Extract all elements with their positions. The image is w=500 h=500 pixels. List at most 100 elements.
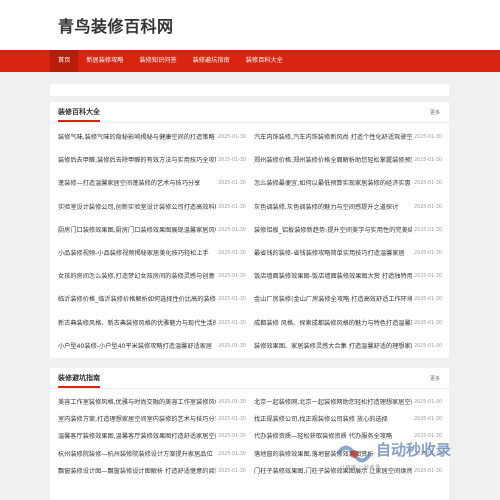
article-title[interactable]: 飘窗装修设计图—飘窗装修设计图解析 打造舒适惬意的阅读空间 xyxy=(58,466,216,478)
article-date: 2025-01-30 xyxy=(218,417,246,423)
list-item[interactable]: 小户型40装修-小户型40平米装修攻略打造温馨舒适家居 2025-01-30 xyxy=(58,338,246,361)
list-item[interactable]: 成都装修 风格、探索成都装修风格的魅力与特色打造温馨家居 2025-01-30 xyxy=(254,315,442,338)
main-nav: 首页 新居装修攻略 装修知识问答 装修避坑指南 装修百科大全 xyxy=(0,50,500,72)
article-date: 2025-01-30 xyxy=(218,297,246,303)
nav-item-qa[interactable]: 装修知识问答 xyxy=(132,50,185,72)
article-date: 2025-01-30 xyxy=(414,158,442,164)
article-title[interactable]: 杭州装修院装修—杭州装修院装修设计方案提升家居品位 xyxy=(58,449,216,461)
section-header: 装修百科大全 更多 xyxy=(50,102,449,123)
article-title[interactable]: 临沂装修价格_临沂装修价格解析如何选择性价比高的装修方案 xyxy=(58,294,216,306)
site-title[interactable]: 青鸟装修百科网 xyxy=(58,13,174,37)
article-title[interactable]: 汽车内饰装修,汽车内饰装修新风尚 打造个性化舒适驾驶空间 xyxy=(254,132,412,144)
article-title[interactable]: 蓬装修—打造温馨家居空间蓬装修的艺术与技巧分享 xyxy=(58,178,216,190)
list-item[interactable]: 装修后去甲醛,装修后去除甲醛的有效方法与实用技巧全攻略 2025-01-30 xyxy=(58,152,246,175)
list-item[interactable]: 温馨客厅装修效果图,温馨客厅装修效果图打造舒适家居空间 2025-01-30 xyxy=(58,429,246,446)
article-title[interactable]: 小户型40装修-小户型40平米装修攻略打造温馨舒适家居 xyxy=(58,341,216,353)
article-date: 2025-01-30 xyxy=(218,135,246,140)
article-date: 2025-01-30 xyxy=(414,250,442,256)
nav-item-home[interactable]: 首页 xyxy=(50,50,79,72)
article-title[interactable]: 小品装修视频-小品装修视频揭秘家居美化技巧轻松上手 xyxy=(58,248,216,260)
list-item[interactable]: 装修效果图、家居装修灵感大合集 打造温馨舒适的理想家居 2025-01-30 xyxy=(254,338,442,361)
article-date: 2025-01-30 xyxy=(414,343,442,349)
list-item[interactable]: 杭州装修院装修—杭州装修院装修设计方案提升家居品位 2025-01-30 xyxy=(58,447,246,464)
article-date: 2025-01-30 xyxy=(218,434,246,440)
list-item[interactable]: 郑州装修价格,郑州装修价格全面解析助您轻松掌握装修预算 2025-01-30 xyxy=(254,152,442,175)
article-date: 2025-01-30 xyxy=(218,181,246,187)
article-title[interactable]: 灰色调装修,灰色调装修的魅力与空间感提升之道探讨 xyxy=(254,202,412,214)
article-title[interactable]: 装修效果图、家居装修灵感大合集 打造温馨舒适的理想家居 xyxy=(254,341,412,353)
article-title[interactable]: 成都装修 风格、探索成都装修风格的魅力与特色打造温馨家居 xyxy=(254,318,412,330)
more-link[interactable]: 更多 xyxy=(430,109,440,116)
list-item[interactable]: 金山厂房装修(金山厂房装修全攻略 打造高效舒适工作环境) 2025-01-30 xyxy=(254,291,442,314)
article-title[interactable]: 美容工作室装修风格,优雅与时尚交融的美容工作室装修风格解析 xyxy=(58,397,216,409)
article-date: 2025-01-30 xyxy=(414,417,442,423)
article-date: 2025-01-30 xyxy=(218,204,246,210)
section-header: 装修避坑指南 更多 xyxy=(50,368,449,389)
more-link[interactable]: 更多 xyxy=(430,375,440,382)
list-item[interactable]: 装修铝板_铝板装修新趋势:提升空间美学与实用性的完美结合 2025-01-30 xyxy=(254,222,442,245)
list-item[interactable]: 蓬装修—打造温馨家居空间蓬装修的艺术与技巧分享 2025-01-30 xyxy=(58,175,246,198)
article-date: 2025-01-30 xyxy=(218,343,246,349)
article-title[interactable]: 装修后去甲醛,装修后去除甲醛的有效方法与实用技巧全攻略 xyxy=(58,155,216,167)
article-title[interactable]: 女孩的房间怎么装修,打造梦幻女孩房间的装修灵感与创意 xyxy=(58,271,216,283)
article-date: 2025-01-30 xyxy=(218,250,246,256)
spacer-panel xyxy=(50,84,449,96)
article-title[interactable]: 郑州装修价格,郑州装修价格全面解析助您轻松掌握装修预算 xyxy=(254,155,412,167)
article-date: 2025-01-30 xyxy=(414,320,442,326)
nav-item-new-home-guide[interactable]: 新居装修攻略 xyxy=(78,50,131,72)
list-item[interactable]: 临沂装修价格_临沂装修价格解析如何选择性价比高的装修方案 2025-01-30 xyxy=(58,291,246,314)
list-item[interactable]: 最省钱的装修-省钱装修攻略简单实用技巧打造温馨家居 2025-01-30 xyxy=(254,245,442,268)
article-title[interactable]: 实验室设计装修公司,创新实验室设计装修公司打造高效科研空间 xyxy=(58,202,216,214)
article-title[interactable]: 装修气味,装修气味的隐秘影响揭秘与健康空间的打造策略 xyxy=(58,132,216,144)
article-date: 2025-01-30 xyxy=(218,158,246,164)
list-item[interactable]: 飘窗装修设计图—飘窗装修设计图解析 打造舒适惬意的阅读空间 2025-01-30 xyxy=(58,464,246,481)
section-encyclopedia: 装修百科大全 更多 装修气味,装修气味的隐秘影响揭秘与健康空间的打造策略 2025… xyxy=(50,102,449,358)
article-title[interactable]: 厨房门口装修效果图,厨房门口装修效果图展现温馨家居风格 xyxy=(58,225,216,237)
article-date: 2025-01-30 xyxy=(218,227,246,233)
article-date: 2025-01-30 xyxy=(414,181,442,187)
article-title[interactable]: 温馨客厅装修效果图,温馨客厅装修效果图打造舒适家居空间 xyxy=(58,431,216,443)
list-item[interactable]: 厨房门口装修效果图,厨房门口装修效果图展现温馨家居风格 2025-01-30 xyxy=(58,222,246,245)
article-date: 2025-01-30 xyxy=(218,274,246,280)
list-item[interactable]: 美容工作室装修风格,优雅与时尚交融的美容工作室装修风格解析 2025-01-30 xyxy=(58,395,246,412)
article-list-left: 装修气味,装修气味的隐秘影响揭秘与健康空间的打造策略 2025-01-30 装修后… xyxy=(58,129,246,361)
article-title[interactable]: 最省钱的装修-省钱装修攻略简单实用技巧打造温馨家居 xyxy=(254,248,412,260)
list-item[interactable]: 灰色调装修,灰色调装修的魅力与空间感提升之道探讨 2025-01-30 xyxy=(254,199,442,222)
article-date: 2025-01-30 xyxy=(414,204,442,210)
article-date: 2025-01-30 xyxy=(218,320,246,326)
list-item[interactable]: 找正规装修公司,找正规装修公司装修 放心的选择 2025-01-30 xyxy=(254,412,442,429)
article-title[interactable]: 北京一起装修网,北京一起装修网助您轻松打造理想家居空间 xyxy=(254,397,412,409)
article-date: 2025-01-30 xyxy=(414,274,442,280)
list-item[interactable]: 新古典装修风格、新古典装修风格的优雅魅力与现代生活的完美融合2025-01-30 xyxy=(58,315,246,338)
list-item[interactable]: 北京一起装修网,北京一起装修网助您轻松打造理想家居空间 2025-01-30 xyxy=(254,395,442,412)
watermark-text: 自动秒收录 xyxy=(376,441,452,459)
section-pitfall-guide: 装修避坑指南 更多 美容工作室装修风格,优雅与时尚交融的美容工作室装修风格解析 2… xyxy=(50,368,449,500)
list-item[interactable]: 怎么装修最便宜,如何以最低预算实现家居装修的经济实惠 2025-01-30 xyxy=(254,175,442,198)
article-date: 2025-01-30 xyxy=(218,400,246,405)
article-title[interactable]: 饭店墙面装修效果图-饭店墙面装修效果图大赏 打造独特用餐氛围 xyxy=(254,271,412,283)
article-title[interactable]: 找正规装修公司,找正规装修公司装修 放心的选择 xyxy=(254,414,412,426)
list-item[interactable]: 汽车内饰装修,汽车内饰装修新风尚 打造个性化舒适驾驶空间 2025-01-30 xyxy=(254,129,442,152)
article-title[interactable]: 金山厂房装修(金山厂房装修全攻略 打造高效舒适工作环境) xyxy=(254,294,412,306)
list-item[interactable]: 室内装修方案,打造理想家居空间室内装修的艺术与技巧分享 2025-01-30 xyxy=(58,412,246,429)
watermark-overlay: 自动秒收录 让链接·一秒收录 xyxy=(334,437,482,477)
nav-item-encyclopedia[interactable]: 装修百科大全 xyxy=(238,50,291,72)
article-title[interactable]: 室内装修方案,打造理想家居空间室内装修的艺术与技巧分享 xyxy=(58,414,216,426)
article-list-left: 美容工作室装修风格,优雅与时尚交融的美容工作室装修风格解析 2025-01-30 … xyxy=(58,395,246,481)
section-title: 装修避坑指南 xyxy=(58,373,100,388)
list-item[interactable]: 装修气味,装修气味的隐秘影响揭秘与健康空间的打造策略 2025-01-30 xyxy=(58,129,246,152)
article-date: 2025-01-30 xyxy=(414,400,442,405)
article-title[interactable]: 装修铝板_铝板装修新趋势:提升空间美学与实用性的完美结合 xyxy=(254,225,412,237)
nav-item-pitfall-guide[interactable]: 装修避坑指南 xyxy=(185,50,238,72)
article-date: 2025-01-30 xyxy=(414,135,442,140)
watermark-subtext: 让链接·一秒收录 xyxy=(340,465,381,471)
article-date: 2025-01-30 xyxy=(414,227,442,233)
article-title[interactable]: 新古典装修风格、新古典装修风格的优雅魅力与现代生活的完美融合 xyxy=(58,318,216,330)
article-title[interactable]: 怎么装修最便宜,如何以最低预算实现家居装修的经济实惠 xyxy=(254,178,412,190)
list-item[interactable]: 女孩的房间怎么装修,打造梦幻女孩房间的装修灵感与创意 2025-01-30 xyxy=(58,268,246,291)
article-date: 2025-01-30 xyxy=(218,451,246,457)
list-item[interactable]: 饭店墙面装修效果图-饭店墙面装修效果图大赏 打造独特用餐氛围2025-01-30 xyxy=(254,268,442,291)
list-item[interactable]: 小品装修视频-小品装修视频揭秘家居美化技巧轻松上手 2025-01-30 xyxy=(58,245,246,268)
list-item[interactable]: 实验室设计装修公司,创新实验室设计装修公司打造高效科研空间 2025-01-30 xyxy=(58,199,246,222)
site-header: 青鸟装修百科网 xyxy=(0,0,500,50)
